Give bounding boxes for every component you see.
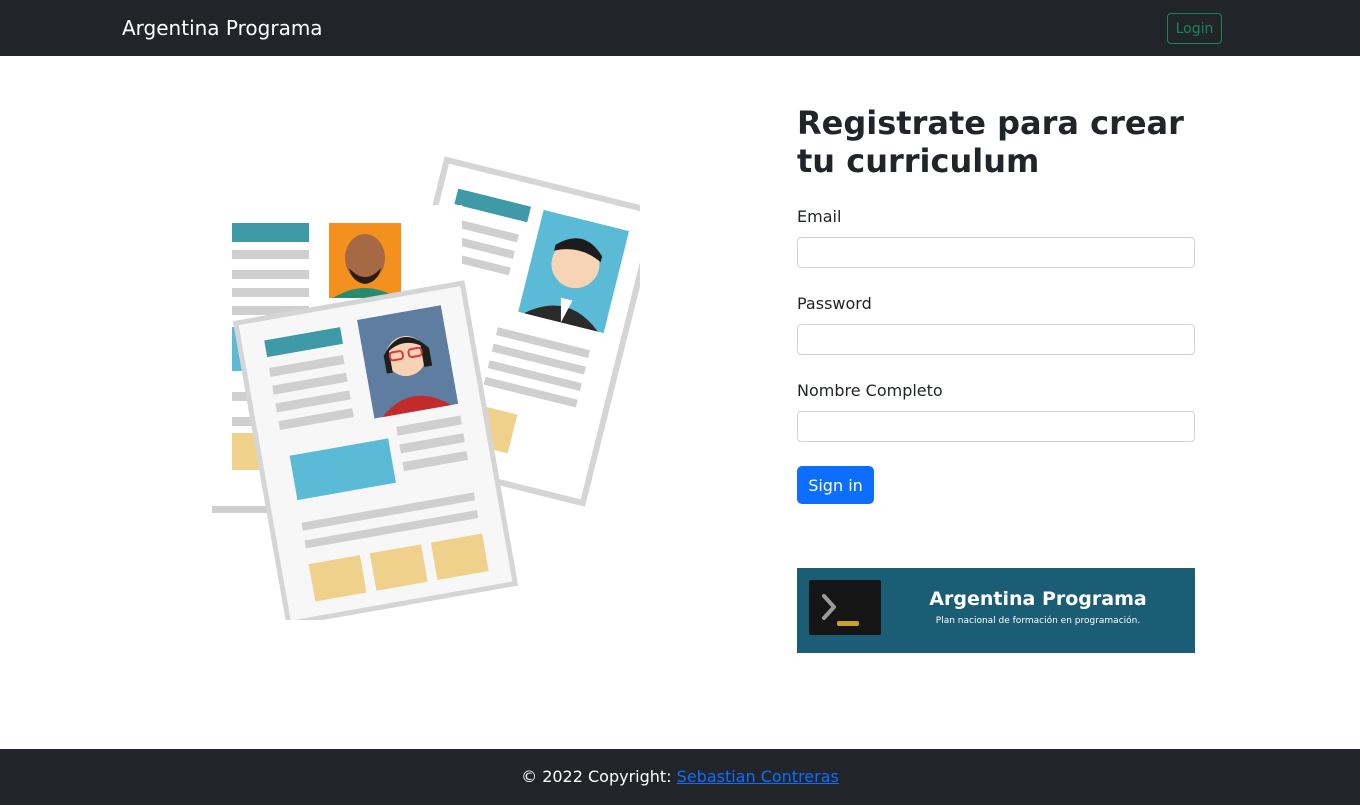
terminal-prompt-icon — [809, 580, 881, 635]
resume-document-front — [232, 280, 519, 620]
login-button[interactable]: Login — [1167, 13, 1222, 44]
email-field[interactable] — [797, 237, 1195, 268]
banner-title: Argentina Programa — [929, 588, 1147, 610]
page-title: Registrate para crear tu curriculum — [797, 104, 1184, 180]
footer: © 2022 Copyright: Sebastian Contreras — [0, 749, 1360, 805]
banner-subtitle: Plan nacional de formación en programaci… — [935, 616, 1141, 626]
email-label: Email — [797, 207, 842, 226]
full-name-field[interactable] — [797, 411, 1195, 442]
copyright-text: © 2022 Copyright: — [521, 767, 677, 786]
navbar: Argentina Programa Login — [0, 0, 1360, 56]
password-label: Password — [797, 294, 872, 313]
full-name-label: Nombre Completo — [797, 381, 943, 400]
resume-illustration — [212, 156, 640, 620]
author-link[interactable]: Sebastian Contreras — [677, 767, 839, 786]
argentina-programa-banner: Argentina Programa Plan nacional de form… — [797, 568, 1195, 653]
password-field[interactable] — [797, 324, 1195, 355]
brand-link[interactable]: Argentina Programa — [122, 14, 323, 42]
sign-in-button[interactable]: Sign in — [797, 466, 874, 504]
